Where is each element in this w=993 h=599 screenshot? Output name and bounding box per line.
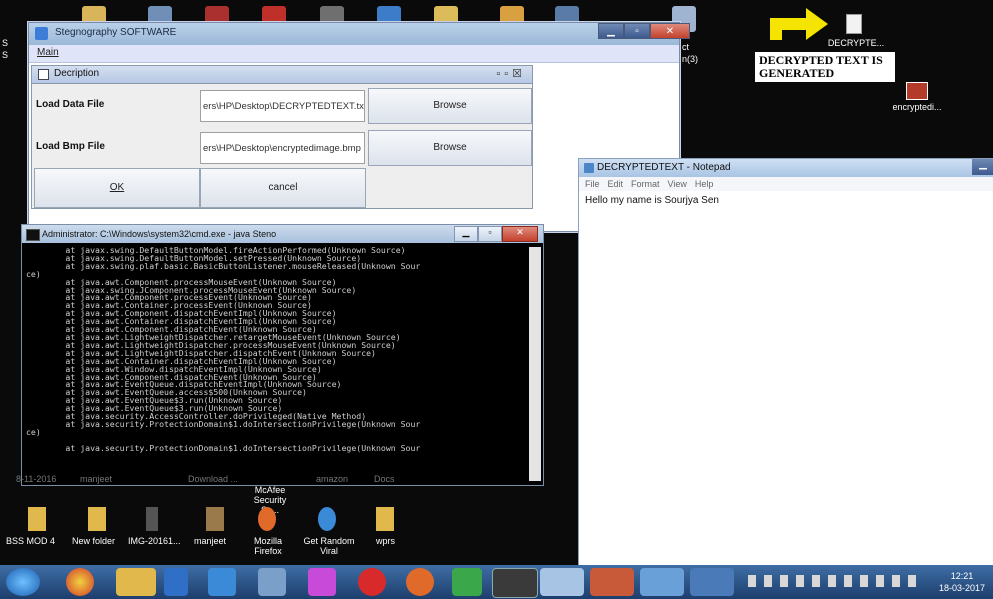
faded-label: manjeet (80, 474, 113, 484)
desktop-icon-label: Mozilla Firefox (253, 536, 282, 556)
ie-icon[interactable] (208, 568, 236, 596)
notepad-icon (584, 163, 594, 173)
internal-frame-title: Decription (54, 68, 100, 79)
desktop-icon-label: manjeet (194, 536, 227, 546)
paint-icon[interactable] (308, 568, 336, 596)
notepad-titlebar[interactable]: DECRYPTEDTEXT - Notepad ▁ (579, 159, 993, 177)
cmd-line: at java.security.ProtectionDomain$1.doIn… (26, 442, 421, 453)
bmp-file-field[interactable]: ers\HP\Desktop\encryptedimage.bmp (200, 132, 365, 164)
desktop-icon-label: DECRYPTE... (827, 38, 885, 48)
opera-icon[interactable] (358, 568, 386, 596)
maximize-icon[interactable]: ▫ (624, 23, 650, 39)
firefox-icon[interactable] (258, 507, 276, 531)
arrow-icon (770, 8, 830, 40)
data-file-field[interactable]: ers\HP\Desktop\DECRYPTEDTEXT.txt (200, 90, 365, 122)
minimize-icon[interactable]: ▁ (972, 159, 993, 175)
tray-icons[interactable] (748, 575, 918, 587)
ok-button[interactable]: OK (34, 168, 200, 208)
faded-label: Download ... (188, 474, 239, 484)
maximize-icon[interactable]: ▫ (478, 226, 502, 242)
app-icon[interactable] (452, 568, 482, 596)
menu-main[interactable]: Main (37, 47, 59, 58)
ie-icon[interactable] (318, 507, 336, 531)
notepad-taskbar-icon[interactable] (540, 568, 584, 596)
window-title: Stegnography SOFTWARE (55, 27, 177, 38)
start-button[interactable] (6, 568, 40, 596)
faded-label: 8-11-2016 (16, 474, 57, 484)
desktop-icon-label: BSS MOD 4 (6, 536, 56, 546)
menu-edit[interactable]: Edit (608, 179, 624, 189)
close-icon[interactable]: ✕ (502, 226, 538, 242)
cancel-button[interactable]: cancel (200, 168, 366, 208)
taskbar: 12:21 18-03-2017 (0, 565, 993, 599)
clock-time: 12:21 (950, 571, 974, 581)
desktop-icon-label: New folder (72, 536, 116, 546)
load-data-row: Load Data File ers\HP\Desktop\DECRYPTEDT… (32, 86, 532, 126)
paint-taskbar-icon[interactable] (640, 568, 684, 596)
cmd-output[interactable]: at javax.swing.DefaultButtonModel.fireAc… (26, 247, 521, 481)
cmd-line: at javax.swing.plaf.basic.BasicButtonLis… (26, 260, 421, 271)
notepad-title: DECRYPTEDTEXT - Notepad (597, 162, 731, 173)
cmd-scrollbar[interactable] (529, 247, 541, 481)
archive-icon[interactable] (206, 507, 224, 531)
menu-help[interactable]: Help (695, 179, 714, 189)
browse-bmp-button[interactable]: Browse (368, 130, 532, 166)
desktop-icon-label: encryptedi... (892, 102, 942, 112)
notepad-text[interactable]: Hello my name is Sourjya Sen (579, 191, 993, 210)
cmd-titlebar[interactable]: Administrator: C:\Windows\system32\cmd.e… (22, 225, 543, 243)
clock[interactable]: 12:21 18-03-2017 (939, 570, 985, 594)
folder-icon[interactable] (28, 507, 46, 531)
faded-label: amazon (316, 474, 349, 484)
minimize-icon[interactable]: ▁ (598, 23, 624, 39)
browse-data-button[interactable]: Browse (368, 88, 532, 124)
window-controls: ▁ ▫ ✕ (598, 23, 690, 39)
stego-titlebar[interactable]: Stegnography SOFTWARE (29, 23, 679, 45)
internal-frame: Decription ▫▫☒ Load Data File ers\HP\Des… (31, 65, 533, 209)
desktop-label: S (2, 38, 9, 48)
clock-date: 18-03-2017 (938, 583, 985, 593)
cmd-title: Administrator: C:\Windows\system32\cmd.e… (42, 229, 277, 239)
cmd-line: at java.security.ProtectionDomain$1.doIn… (26, 418, 421, 429)
internal-frame-header[interactable]: Decription ▫▫☒ (32, 66, 532, 84)
load-bmp-label: Load Bmp File (36, 141, 105, 152)
desktop-label: n(3) (682, 54, 699, 64)
app-taskbar-icon[interactable] (690, 568, 734, 596)
desktop-icon-label: Get Random Viral (303, 536, 355, 556)
folder-icon[interactable] (376, 507, 394, 531)
decrypted-sticker: DECRYPTED TEXT IS GENERATED (755, 52, 895, 82)
java-taskbar-icon[interactable] (590, 568, 634, 596)
desktop-label: ct (682, 42, 690, 52)
menu-view[interactable]: View (668, 179, 687, 189)
cmd-window: Administrator: C:\Windows\system32\cmd.e… (21, 224, 544, 486)
desktop-icon-label: wprs (376, 536, 396, 546)
menu-bar: Main (29, 45, 679, 63)
menu-format[interactable]: Format (631, 179, 660, 189)
chrome-icon[interactable] (66, 568, 94, 596)
firefox-icon[interactable] (406, 568, 434, 596)
sticker-text: DECRYPTED TEXT IS GENERATED (759, 53, 883, 80)
frame-icon (38, 69, 49, 80)
cmd-taskbar-icon[interactable] (492, 568, 538, 598)
app-icon (35, 27, 48, 40)
frame-controls-icon[interactable]: ▫▫☒ (496, 67, 526, 80)
load-data-label: Load Data File (36, 99, 105, 110)
image-file-icon[interactable] (906, 82, 928, 100)
image-icon[interactable] (146, 507, 158, 531)
minimize-icon[interactable]: ▁ (454, 226, 478, 242)
cmd-icon (26, 229, 40, 241)
desktop-icon-label: IMG-20161... (128, 536, 181, 546)
desktop-label: S (2, 50, 9, 60)
file-icon[interactable] (846, 14, 862, 34)
faded-label: Docs (374, 474, 395, 484)
explorer-icon[interactable] (116, 568, 156, 596)
notepad-menu: File Edit Format View Help (579, 177, 993, 191)
network-icon[interactable] (258, 568, 286, 596)
menu-file[interactable]: File (585, 179, 600, 189)
cmd-line: ce) (26, 426, 41, 437)
notepad-window: DECRYPTEDTEXT - Notepad ▁ File Edit Form… (578, 158, 993, 566)
load-bmp-row: Load Bmp File ers\HP\Desktop\encryptedim… (32, 128, 532, 168)
folder-icon[interactable] (88, 507, 106, 531)
close-icon[interactable]: ✕ (650, 23, 690, 39)
media-icon[interactable] (164, 568, 188, 596)
